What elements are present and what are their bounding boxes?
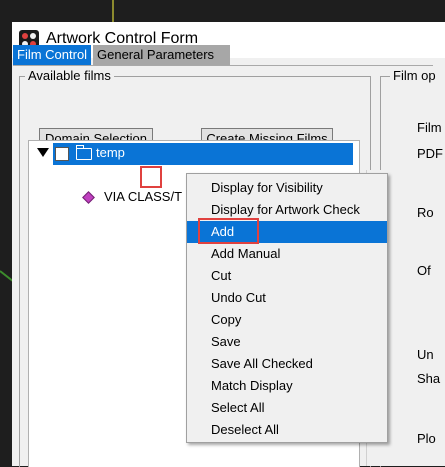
- tab-film-control[interactable]: Film Control: [13, 45, 91, 65]
- tab-general-parameters[interactable]: General Parameters: [93, 45, 230, 65]
- film-option-label: PDF: [417, 146, 443, 161]
- film-options-label: Film op: [390, 68, 445, 83]
- highlight-box-tree: [140, 166, 162, 188]
- film-option-label: Un: [417, 347, 434, 362]
- menu-item-select-all[interactable]: Select All: [187, 397, 387, 419]
- menu-item-deselect-all[interactable]: Deselect All: [187, 419, 387, 441]
- film-option-label: Film: [417, 120, 442, 135]
- menu-item-save-all-checked[interactable]: Save All Checked: [187, 353, 387, 375]
- menu-item-display-for-visibility[interactable]: Display for Visibility: [187, 177, 387, 199]
- context-menu: Display for Visibility Display for Artwo…: [186, 173, 388, 443]
- film-option-label: Ro: [417, 205, 434, 220]
- menu-item-copy[interactable]: Copy: [187, 309, 387, 331]
- menu-item-save[interactable]: Save: [187, 331, 387, 353]
- menu-item-undo-cut[interactable]: Undo Cut: [187, 287, 387, 309]
- highlight-box-add: [198, 218, 259, 244]
- collapse-arrow-icon[interactable]: [37, 148, 49, 157]
- film-option-label: Sha: [417, 371, 441, 386]
- available-films-label: Available films: [25, 68, 114, 83]
- tree-item-via-class[interactable]: VIA CLASS/T: [104, 189, 184, 204]
- menu-item-match-display[interactable]: Match Display: [187, 375, 387, 397]
- menu-item-add-manual[interactable]: Add Manual: [187, 243, 387, 265]
- temp-checkbox[interactable]: [55, 147, 69, 161]
- folder-open-icon: [76, 145, 92, 160]
- film-option-label: Plo: [417, 431, 436, 446]
- background-wire: [112, 0, 114, 22]
- menu-item-cut[interactable]: Cut: [187, 265, 387, 287]
- tree-item-temp-label: temp: [96, 145, 125, 160]
- film-option-label: Of: [417, 263, 431, 278]
